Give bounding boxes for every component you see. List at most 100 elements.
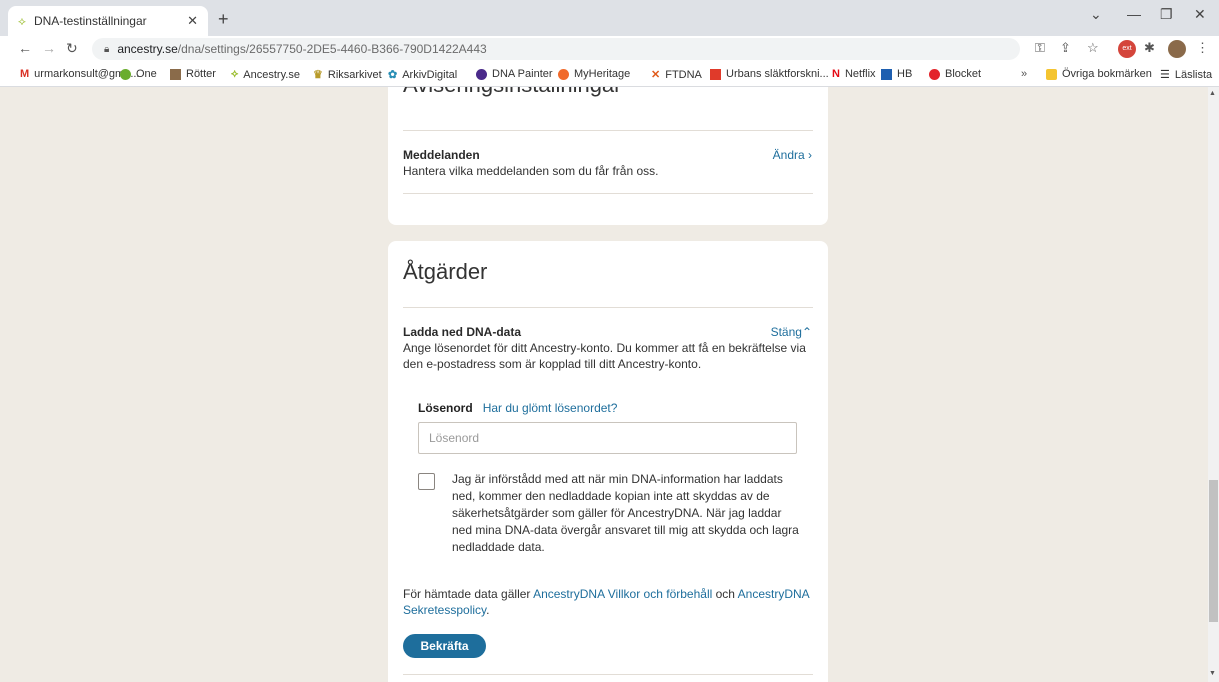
bookmark-item[interactable]: ✿ ArkivDigital xyxy=(388,68,458,82)
terms-suffix: . xyxy=(486,603,490,617)
actions-heading: Åtgärder xyxy=(403,259,488,284)
divider xyxy=(403,307,813,308)
url-host: ancestry.se xyxy=(117,42,178,56)
back-icon[interactable]: ← xyxy=(18,40,32,56)
password-label: Lösenord xyxy=(418,401,473,415)
hb-icon xyxy=(881,68,892,80)
share-icon[interactable]: ⇪ xyxy=(1060,40,1071,56)
notifications-heading: Aviseringsinställningar xyxy=(403,87,622,98)
crown-icon: ♛ xyxy=(313,69,323,81)
tab-title: DNA-testinställningar xyxy=(33,14,147,28)
bookmarks-overflow-icon[interactable]: » xyxy=(1021,68,1027,80)
download-dna-title: Ladda ned DNA-data xyxy=(403,325,522,339)
bookmark-label: ArkivDigital xyxy=(402,68,458,81)
forgot-password-link[interactable]: Har du glömt lösenordet? xyxy=(483,401,618,415)
password-label-row: Lösenord Har du glömt lösenordet? xyxy=(418,401,617,415)
menu-icon[interactable]: ⋮ xyxy=(1196,40,1209,56)
scroll-down-icon[interactable]: ▼ xyxy=(1209,670,1216,677)
ancestry-leaf-icon: ⟡ xyxy=(18,13,26,28)
ancestry-leaf-icon: ⟡ xyxy=(231,68,239,80)
maximize-icon[interactable]: ❐ xyxy=(1160,6,1173,23)
reading-list-label: Läslista xyxy=(1174,68,1213,81)
bookmark-label: Blocket xyxy=(945,68,982,80)
bookmark-label: Ancestry.se xyxy=(243,68,300,81)
divider xyxy=(403,674,813,675)
consent-text: Jag är införstådd med att när min DNA-in… xyxy=(452,472,799,554)
actions-card: Åtgärder Ladda ned DNA-data Stäng⌃ Ange … xyxy=(388,241,828,682)
bookmark-label: DNA Painter xyxy=(492,68,553,80)
tab-strip: ⟡ DNA-testinställningar ✕ + ⌄ — ❐ ✕ xyxy=(0,0,1219,36)
extensions-icon[interactable]: ✱ xyxy=(1144,40,1155,56)
circle-icon xyxy=(120,68,131,80)
lock-icon: 🔒︎ xyxy=(104,43,110,55)
blocket-icon xyxy=(929,68,940,80)
other-bookmarks-label: Övriga bokmärken xyxy=(1062,68,1152,80)
bookmark-item[interactable]: MyHeritage xyxy=(558,68,630,80)
scrollbar-thumb[interactable] xyxy=(1209,480,1218,622)
terms-text: För hämtade data gäller AncestryDNA Vill… xyxy=(403,586,823,618)
extension-badge-icon[interactable]: ext xyxy=(1118,40,1136,58)
bookmark-item[interactable]: DNA Painter xyxy=(476,68,553,80)
bookmark-label: Netflix xyxy=(844,68,876,80)
bookmarks-bar: » Övriga bokmärken ☰ Läslista Murmarkons… xyxy=(0,62,1219,87)
forward-icon[interactable]: → xyxy=(42,40,56,56)
bookmark-item[interactable]: ♛ Riksarkivet xyxy=(313,68,382,82)
consent-checkbox[interactable] xyxy=(418,473,435,490)
bookmark-label: Rötter xyxy=(186,68,216,80)
terms-middle: och xyxy=(712,587,738,601)
gmail-icon: M xyxy=(20,68,30,80)
browser-tab[interactable]: ⟡ DNA-testinställningar ✕ xyxy=(8,6,208,36)
confirm-button[interactable]: Bekräfta xyxy=(403,634,486,658)
download-dna-description: Ange lösenordet för ditt Ancestry-konto.… xyxy=(403,341,806,371)
bookmark-item[interactable]: Rötter xyxy=(170,68,216,80)
minimize-icon[interactable]: — xyxy=(1127,6,1141,22)
bookmark-label: MyHeritage xyxy=(574,68,631,80)
terms-prefix: För hämtade data gäller xyxy=(403,587,534,601)
url-path: /dna/settings/26557750-2DE5-4460-B366-79… xyxy=(177,42,487,56)
reading-list[interactable]: ☰ Läslista xyxy=(1160,68,1213,82)
divider xyxy=(403,130,813,131)
bookmark-label: Riksarkivet xyxy=(327,68,382,81)
address-bar[interactable]: 🔒︎ ancestry.se/dna/settings/26557750-2DE… xyxy=(92,38,1020,60)
messages-description: Hantera vilka meddelanden som du får frå… xyxy=(403,164,659,178)
bookmark-label: FTDNA xyxy=(665,68,702,81)
netflix-icon: N xyxy=(832,68,840,80)
bookmark-item[interactable]: ✕ FTDNA xyxy=(651,68,702,82)
browser-toolbar: ← → ↻ 🔒︎ ancestry.se/dna/settings/265577… xyxy=(0,36,1219,62)
folder-icon xyxy=(1046,68,1057,80)
p-icon xyxy=(476,68,487,80)
bookmark-label: One xyxy=(136,68,157,80)
notifications-card: Aviseringsinställningar Meddelanden Ändr… xyxy=(388,87,828,225)
bookmark-item[interactable]: One xyxy=(120,68,157,80)
map-pin-icon xyxy=(710,68,721,80)
star-icon[interactable]: ☆ xyxy=(1087,40,1099,56)
change-messages-link[interactable]: Ändra › xyxy=(773,148,812,162)
tab-search-icon[interactable]: ⌄ xyxy=(1090,6,1102,23)
divider xyxy=(403,193,813,194)
myheritage-icon xyxy=(558,68,569,80)
bookmark-label: HB xyxy=(897,68,913,80)
bookmark-item[interactable]: HB xyxy=(881,68,912,80)
bookmark-label: Urbans släktforskni... xyxy=(726,68,829,80)
password-input[interactable] xyxy=(418,422,797,454)
globe-icon: ✿ xyxy=(388,69,398,81)
scroll-up-icon[interactable]: ▲ xyxy=(1209,90,1216,97)
new-tab-icon[interactable]: + xyxy=(218,9,229,30)
reload-icon[interactable]: ↻ xyxy=(66,40,78,57)
close-download-link[interactable]: Stäng⌃ xyxy=(771,325,812,339)
ftdna-icon: ✕ xyxy=(651,69,661,81)
bookmark-item[interactable]: Urbans släktforskni... xyxy=(710,68,829,80)
messages-title: Meddelanden xyxy=(403,148,480,162)
terms-link[interactable]: AncestryDNA Villkor och förbehåll xyxy=(533,587,712,601)
image-icon xyxy=(170,68,181,80)
close-tab-icon[interactable]: ✕ xyxy=(187,13,198,29)
window-close-icon[interactable]: ✕ xyxy=(1194,6,1206,23)
bookmark-item[interactable]: N Netflix xyxy=(832,68,876,80)
other-bookmarks[interactable]: Övriga bokmärken xyxy=(1046,68,1152,80)
key-icon[interactable]: ⚿ xyxy=(1035,40,1045,56)
page-viewport: Aviseringsinställningar Meddelanden Ändr… xyxy=(0,87,1208,682)
bookmark-item[interactable]: ⟡ Ancestry.se xyxy=(231,68,300,81)
bookmark-item[interactable]: Blocket xyxy=(929,68,981,80)
reading-list-icon: ☰ xyxy=(1160,69,1170,81)
profile-avatar[interactable] xyxy=(1168,40,1186,58)
